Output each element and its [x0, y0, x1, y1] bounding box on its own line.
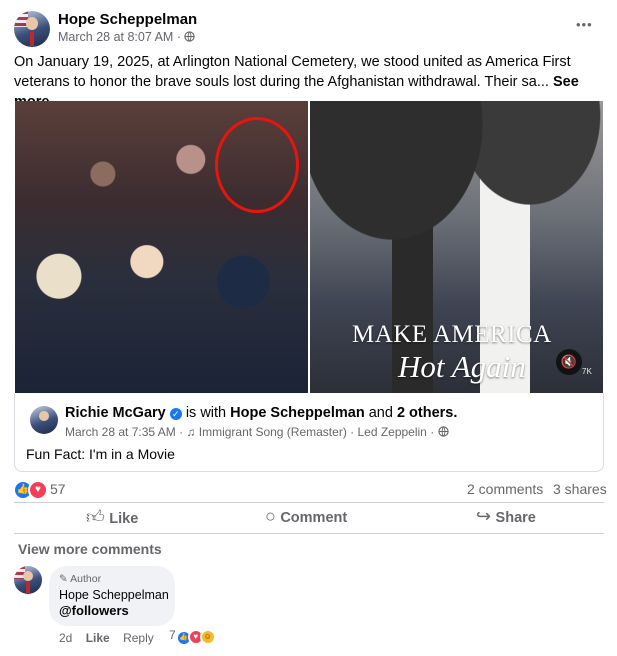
shared-header: Richie McGary ✓ is with Hope Scheppelman… [65, 405, 457, 421]
globe-icon [437, 426, 449, 437]
comment-like-button[interactable]: Like [86, 631, 110, 645]
author-badge-label: Author [70, 573, 102, 585]
love-reaction-icon: ♥ [28, 480, 48, 500]
tagged-others[interactable]: 2 others. [397, 405, 457, 421]
mute-button[interactable]: 🔇 [556, 349, 582, 375]
divider [14, 502, 604, 503]
comments-count[interactable]: 2 comments [467, 481, 543, 497]
comment-actions: 2d Like Reply [59, 631, 154, 645]
shared-time[interactable]: March 28 at 7:35 AM [65, 425, 176, 439]
like-button[interactable]: 👍︎ Like [86, 506, 139, 527]
divider [14, 533, 604, 534]
music-note-icon: ♫ [186, 425, 196, 439]
reaction-count[interactable]: 57 [50, 481, 66, 497]
overlay-text-line2: Hot Again [398, 349, 526, 384]
comment-author[interactable]: Hope Scheppelman [59, 588, 169, 602]
share-arrow-icon: ↪ [476, 506, 492, 526]
share-button-label: Share [495, 510, 536, 526]
and-text: and [368, 405, 393, 421]
like-button-label: Like [109, 511, 139, 527]
author-badge: ✎ Author [59, 573, 101, 585]
post-text: On January 19, 2025, at Arlington Nation… [14, 54, 571, 90]
share-button[interactable]: ↪ Share [476, 506, 536, 526]
post-time-text: March 28 at 8:07 AM [58, 30, 174, 44]
overlay-text-line1: MAKE AMERICA [352, 321, 552, 348]
author-avatar[interactable] [14, 11, 50, 47]
comment-reply-button[interactable]: Reply [123, 631, 154, 645]
globe-icon [184, 31, 196, 42]
view-more-comments-link[interactable]: View more comments [18, 541, 162, 557]
red-circle-annotation [215, 117, 299, 213]
shared-author-avatar[interactable] [30, 406, 58, 434]
commenter-avatar[interactable] [14, 566, 42, 594]
comment-reactions[interactable]: 7 👍 ♥ ☺ [169, 628, 216, 646]
verified-badge-icon: ✓ [169, 408, 182, 420]
more-options-icon[interactable]: ••• [576, 17, 593, 32]
thumbs-up-icon: 👍︎ [86, 507, 105, 527]
shared-song[interactable]: Immigrant Song (Remaster) · Led Zeppelin [199, 425, 427, 439]
haha-reaction-icon: ☺ [199, 629, 216, 645]
comment-text[interactable]: @followers [59, 603, 129, 618]
shared-meta: March 28 at 7:35 AM · ♫ Immigrant Song (… [65, 425, 449, 439]
view-count-label: 7K [582, 367, 592, 376]
shared-author-name[interactable]: Richie McGary [65, 405, 166, 421]
shares-count[interactable]: 3 shares [553, 481, 607, 497]
pencil-icon: ✎ [59, 573, 68, 585]
post-author-name[interactable]: Hope Scheppelman [58, 11, 197, 28]
speaker-muted-icon: 🔇 [560, 354, 578, 369]
is-with-text: is with [185, 405, 227, 421]
shared-text: Fun Fact: I'm in a Movie [26, 446, 175, 462]
comment-bubble: ✎ Author Hope Scheppelman @followers [49, 566, 175, 626]
post-timestamp[interactable]: March 28 at 8:07 AM · [58, 30, 196, 44]
comment-reaction-count: 7 [169, 628, 176, 642]
shared-photo-left[interactable] [15, 101, 308, 393]
comment-bubble-icon: ○ [265, 506, 276, 526]
reaction-icons[interactable]: 👍 ♥ [13, 479, 48, 500]
shared-photo-right[interactable]: MAKE AMERICA Hot Again 🔇 7K [310, 101, 603, 393]
tagged-name[interactable]: Hope Scheppelman [230, 405, 365, 421]
comment-age[interactable]: 2d [59, 631, 72, 645]
comment-button-label: Comment [280, 510, 348, 526]
comment-button[interactable]: ○ Comment [265, 506, 347, 526]
